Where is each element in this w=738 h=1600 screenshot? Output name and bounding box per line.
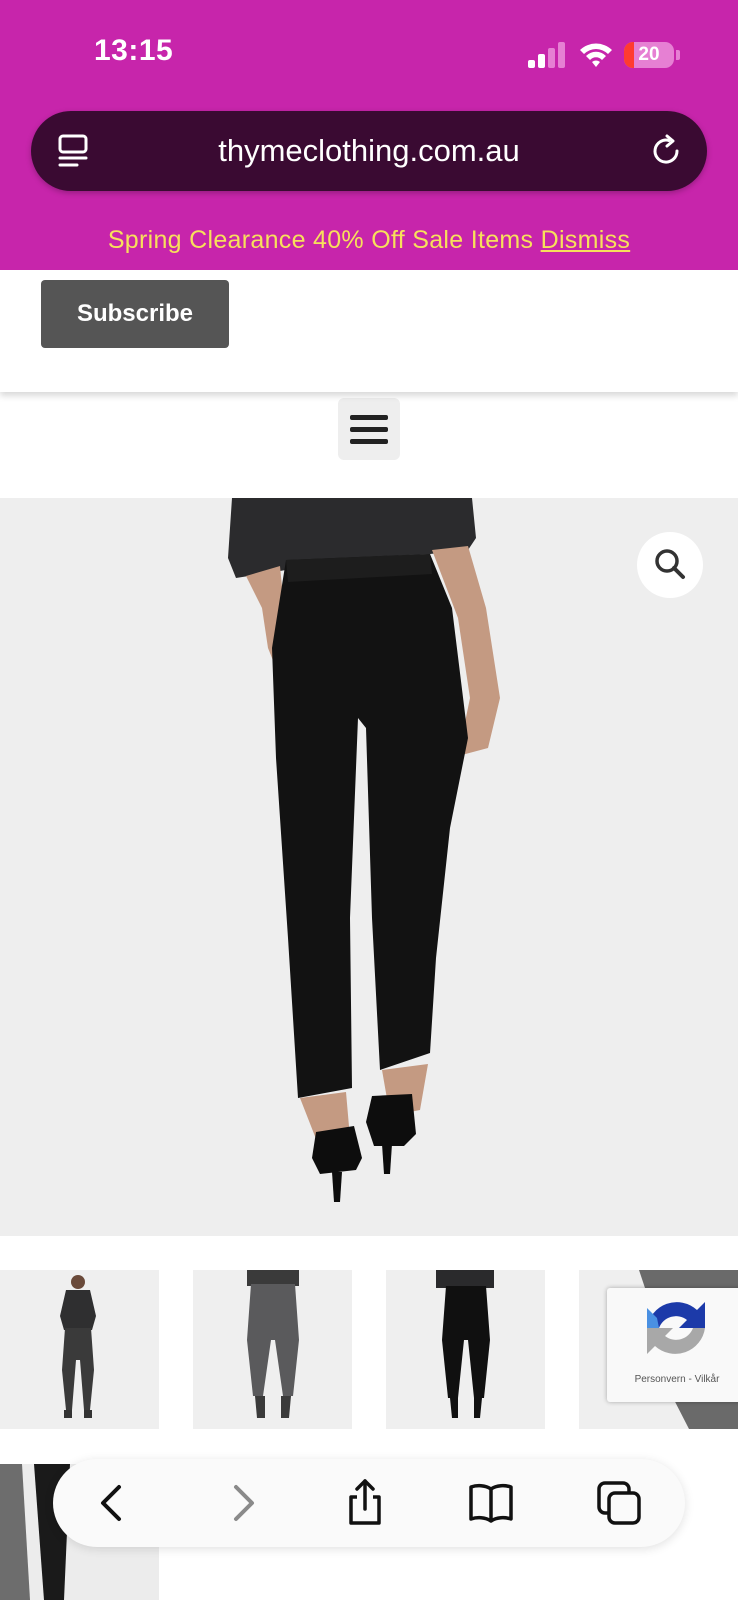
bookmarks-book-icon[interactable] (467, 1479, 515, 1527)
recaptcha-logo-icon (647, 1302, 705, 1354)
recaptcha-terms-link[interactable]: Vilkår (695, 1374, 720, 1385)
cellular-signal-icon (528, 42, 565, 68)
product-main-image[interactable] (0, 498, 738, 1236)
subscribe-section: Subscribe (0, 270, 738, 392)
back-chevron-icon[interactable] (89, 1479, 137, 1527)
battery-tip (676, 50, 680, 60)
wifi-icon (580, 43, 612, 67)
recaptcha-separator: - (688, 1374, 692, 1385)
product-thumbnail[interactable] (0, 1270, 159, 1429)
product-thumbnail[interactable] (193, 1270, 352, 1429)
tabs-icon[interactable] (595, 1479, 643, 1527)
hamburger-menu-icon[interactable] (338, 398, 400, 460)
thumbnail-photo-back (386, 1270, 545, 1429)
thumbnail-photo-front (0, 1270, 159, 1429)
product-photo-pants-back (0, 498, 738, 1236)
browser-top-chrome: 13:15 20 thymeclothing.com.au Spring Cle… (0, 0, 738, 270)
battery-indicator: 20 (624, 42, 674, 68)
recaptcha-badge[interactable]: Personvern - Vilkår (607, 1288, 738, 1402)
battery-level-text: 20 (638, 44, 660, 65)
sale-banner: Spring Clearance 40% Off Sale Items Dism… (0, 226, 738, 255)
status-time: 13:15 (94, 34, 174, 67)
reload-icon[interactable] (649, 133, 685, 169)
thumbnail-photo-pants-back (193, 1270, 352, 1429)
search-zoom-icon[interactable] (637, 532, 703, 598)
url-text[interactable]: thymeclothing.com.au (31, 111, 707, 191)
magnifier-glyph (655, 549, 685, 579)
dismiss-link[interactable]: Dismiss (541, 226, 631, 254)
recaptcha-privacy-link[interactable]: Personvern (635, 1374, 686, 1385)
forward-chevron-icon[interactable] (218, 1479, 266, 1527)
browser-bottom-toolbar (53, 1459, 685, 1547)
share-icon[interactable] (341, 1479, 389, 1527)
sale-banner-text: Spring Clearance 40% Off Sale Items (107, 226, 534, 254)
recaptcha-links: Personvern - Vilkår (607, 1374, 738, 1385)
subscribe-button[interactable]: Subscribe (41, 280, 229, 348)
address-bar[interactable]: thymeclothing.com.au (31, 111, 707, 191)
product-thumbnail[interactable] (386, 1270, 545, 1429)
